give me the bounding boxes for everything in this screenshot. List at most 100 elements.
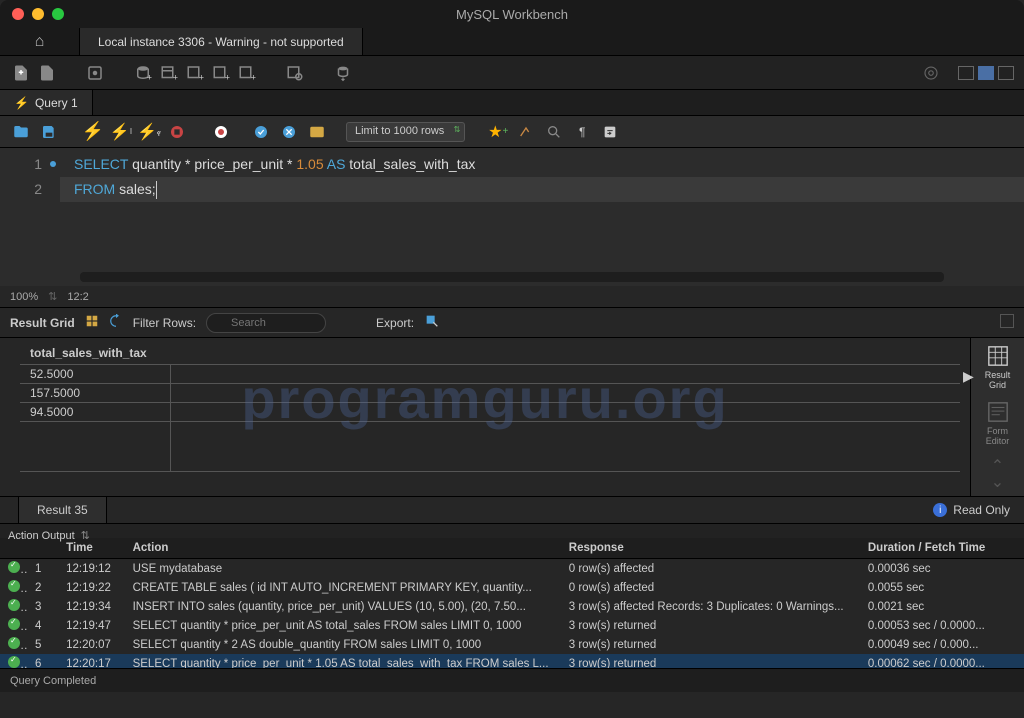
grid-view-icon[interactable] [85,314,99,331]
col-duration-header[interactable]: Duration / Fetch Time [860,538,1024,559]
add-view-icon[interactable]: + [184,62,206,84]
query-tab-label: Query 1 [35,96,78,110]
search-table-data-icon[interactable] [284,62,306,84]
commit-icon[interactable] [250,121,272,143]
sql-editor[interactable]: 1 SELECT quantity * price_per_unit * 1.0… [0,148,1024,286]
output-row[interactable]: 512:20:07SELECT quantity * 2 AS double_q… [0,635,1024,654]
status-bar: Query Completed [0,668,1024,692]
add-schema-icon[interactable]: + [132,62,154,84]
col-action-header[interactable]: Action [125,538,561,559]
success-icon [8,618,20,630]
svg-text:+: + [147,72,152,82]
status-text: Query Completed [10,675,96,687]
save-file-icon[interactable] [38,121,60,143]
result-table[interactable]: total_sales_with_tax 52.5000157.500094.5… [20,342,960,472]
result-grid-label: Result Grid [10,316,75,330]
app-title: MySQL Workbench [0,7,1024,22]
toggle-left-panel-button[interactable] [958,66,974,80]
read-only-indicator: i Read Only [933,503,1010,517]
toggle-invisible-icon[interactable]: ¶ [571,121,593,143]
find-icon[interactable] [543,121,565,143]
open-sql-icon[interactable] [36,62,58,84]
column-header[interactable]: total_sales_with_tax [20,342,170,365]
result-area: programguru.org total_sales_with_tax 52.… [0,338,1024,496]
output-row[interactable]: 412:19:47SELECT quantity * price_per_uni… [0,616,1024,635]
connection-tab[interactable]: Local instance 3306 - Warning - not supp… [80,28,363,55]
home-tab[interactable]: ⌂ [0,28,80,55]
add-function-icon[interactable]: + [236,62,258,84]
col-time-header[interactable]: Time [58,538,124,559]
form-editor-tool-label: Form Editor [986,426,1010,446]
result-tab[interactable]: Result 35 [18,497,107,523]
query-tab[interactable]: ⚡ Query 1 [0,90,93,115]
output-type-label: Action Output [8,530,75,542]
collapse-arrow-icon[interactable]: ▶ [963,368,974,385]
wrap-icon[interactable] [599,121,621,143]
output-row[interactable]: 612:20:17SELECT quantity * price_per_uni… [0,654,1024,668]
svg-text:+: + [225,72,230,82]
output-row[interactable]: 312:19:34INSERT INTO sales (quantity, pr… [0,597,1024,616]
filter-input[interactable] [206,313,326,333]
result-grid-tool[interactable]: Result Grid [978,344,1018,390]
table-row[interactable]: 157.5000 [20,384,960,403]
form-editor-tool[interactable]: Form Editor [978,400,1018,446]
cursor-position: 12:2 [67,291,88,303]
svg-text:+: + [173,72,178,82]
toggle-whitespace-icon[interactable] [306,121,328,143]
success-icon [8,656,20,668]
row-limit-label: Limit to 1000 rows [355,125,444,137]
read-only-label: Read Only [953,503,1010,517]
zoom-level: 100% [10,291,38,303]
zoom-arrows-icon[interactable]: ⇅ [48,290,57,303]
export-icon[interactable] [424,313,440,332]
table-row[interactable]: 94.5000 [20,403,960,422]
stop-icon[interactable] [166,121,188,143]
refresh-icon[interactable] [109,314,123,331]
toggle-right-panel-button[interactable] [998,66,1014,80]
editor-status-line: 100% ⇅ 12:2 [0,286,1024,308]
query-tab-bar: ⚡ Query 1 [0,90,1024,116]
execute-current-icon[interactable]: ⚡I [110,121,132,143]
success-icon [8,637,20,649]
filter-label: Filter Rows: [133,316,196,330]
output-type-arrows-icon[interactable]: ⇅ [81,529,90,542]
add-procedure-icon[interactable]: + [210,62,232,84]
row-limit-select[interactable]: Limit to 1000 rows [346,122,465,142]
toggle-bottom-panel-button[interactable] [978,66,994,80]
editor-toolbar: ⚡ ⚡I ⚡𝓆 Limit to 1000 rows ★+ ¶ [0,116,1024,148]
output-row[interactable]: 212:19:22CREATE TABLE sales ( id INT AUT… [0,578,1024,597]
open-file-icon[interactable] [10,121,32,143]
connection-tab-label: Local instance 3306 - Warning - not supp… [98,35,344,49]
title-bar: MySQL Workbench [0,0,1024,28]
beautify-icon[interactable] [515,121,537,143]
pin-panel-icon[interactable] [1000,314,1014,328]
toggle-autocommit-icon[interactable] [210,121,232,143]
output-row[interactable]: 112:19:12USE mydatabase0 row(s) affected… [0,559,1024,579]
navigate-tool[interactable]: ⌃⌄ [978,456,1018,492]
export-label: Export: [376,316,414,330]
favorite-icon[interactable]: ★+ [487,121,509,143]
result-footer: Result 35 i Read Only [0,496,1024,524]
rollback-icon[interactable] [278,121,300,143]
explain-icon[interactable]: ⚡𝓆 [138,121,160,143]
breakpoint-dot-icon [50,161,56,167]
new-sql-tab-icon[interactable] [10,62,32,84]
lightning-icon: ⚡ [14,96,29,110]
table-row[interactable]: 52.5000 [20,365,960,384]
result-tab-label: Result 35 [37,503,88,517]
home-icon: ⌂ [35,33,45,51]
horizontal-scrollbar[interactable] [80,272,944,282]
result-grid-tool-label: Result Grid [985,370,1011,390]
settings-gear-icon[interactable] [920,62,942,84]
col-response-header[interactable]: Response [561,538,860,559]
result-side-tools: ▶ Result Grid Form Editor ⌃⌄ [970,338,1024,496]
result-toolbar: Result Grid Filter Rows: 🔍 Export: [0,308,1024,338]
success-icon [8,580,20,592]
connection-tab-bar: ⌂ Local instance 3306 - Warning - not su… [0,28,1024,56]
inspector-icon[interactable] [84,62,106,84]
reconnect-icon[interactable] [332,62,354,84]
add-table-icon[interactable]: + [158,62,180,84]
execute-icon[interactable]: ⚡ [82,121,104,143]
main-toolbar: + + + + + [0,56,1024,90]
svg-text:+: + [251,72,256,82]
